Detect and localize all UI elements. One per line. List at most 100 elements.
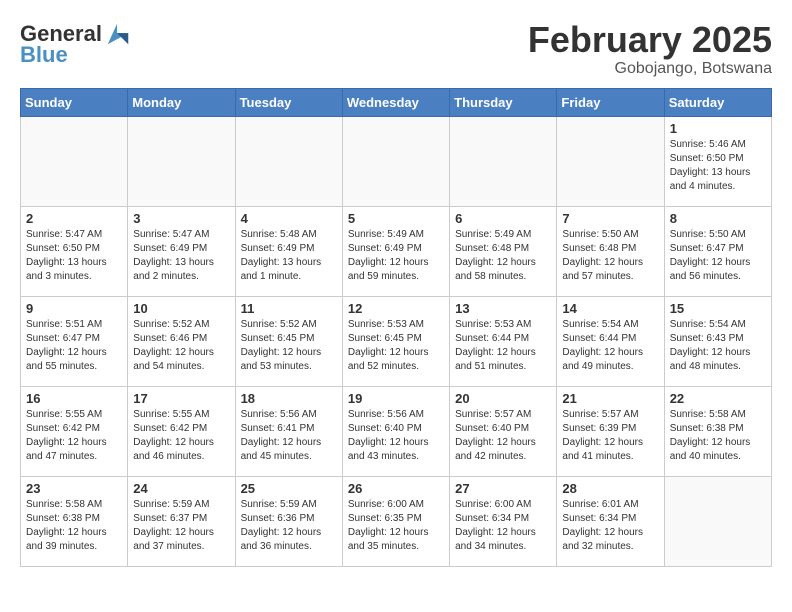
- weekday-header-row: SundayMondayTuesdayWednesdayThursdayFrid…: [21, 88, 772, 116]
- calendar-week-row: 1 Sunrise: 5:46 AM Sunset: 6:50 PM Daylig…: [21, 116, 772, 206]
- calendar-cell: [557, 116, 664, 206]
- calendar-cell: 23Sunrise: 5:58 AM Sunset: 6:38 PM Dayli…: [21, 476, 128, 566]
- day-info: Sunrise: 5:54 AM Sunset: 6:43 PM Dayligh…: [670, 318, 766, 374]
- calendar-cell: 9Sunrise: 5:51 AM Sunset: 6:47 PM Daylig…: [21, 296, 128, 386]
- month-title: February 2025: [528, 20, 772, 60]
- day-number: 25: [241, 481, 337, 496]
- logo-icon: [104, 20, 132, 48]
- day-info: Sunrise: 5:53 AM Sunset: 6:45 PM Dayligh…: [348, 318, 444, 374]
- calendar-cell: 2Sunrise: 5:47 AM Sunset: 6:50 PM Daylig…: [21, 206, 128, 296]
- day-number: 4: [241, 211, 337, 226]
- day-info: Sunrise: 5:55 AM Sunset: 6:42 PM Dayligh…: [26, 408, 122, 464]
- day-info: Sunrise: 5:58 AM Sunset: 6:38 PM Dayligh…: [670, 408, 766, 464]
- calendar-cell: 16 Sunrise: 5:55 AM Sunset: 6:42 PM Dayli…: [21, 386, 128, 476]
- calendar-cell: 4 Sunrise: 5:48 AM Sunset: 6:49 PM Daylig…: [235, 206, 342, 296]
- day-number: 15: [670, 301, 766, 316]
- weekday-header: Saturday: [664, 88, 771, 116]
- calendar-cell: 22Sunrise: 5:58 AM Sunset: 6:38 PM Dayli…: [664, 386, 771, 476]
- day-number: 3: [133, 211, 229, 226]
- day-number: 1: [670, 121, 766, 136]
- logo: General Blue: [20, 20, 132, 68]
- day-info: Sunrise: 5:51 AM Sunset: 6:47 PM Dayligh…: [26, 318, 122, 374]
- day-info: Sunrise: 5:59 AM Sunset: 6:37 PM Dayligh…: [133, 498, 229, 554]
- day-number: 20: [455, 391, 551, 406]
- calendar-cell: 1 Sunrise: 5:46 AM Sunset: 6:50 PM Daylig…: [664, 116, 771, 206]
- calendar-cell: 13 Sunrise: 5:53 AM Sunset: 6:44 PM Dayli…: [450, 296, 557, 386]
- calendar-week-row: 9Sunrise: 5:51 AM Sunset: 6:47 PM Daylig…: [21, 296, 772, 386]
- day-info: Sunrise: 5:55 AM Sunset: 6:42 PM Dayligh…: [133, 408, 229, 464]
- calendar-cell: [664, 476, 771, 566]
- calendar-week-row: 16 Sunrise: 5:55 AM Sunset: 6:42 PM Dayli…: [21, 386, 772, 476]
- calendar-cell: 11 Sunrise: 5:52 AM Sunset: 6:45 PM Dayli…: [235, 296, 342, 386]
- day-number: 18: [241, 391, 337, 406]
- calendar-cell: 10 Sunrise: 5:52 AM Sunset: 6:46 PM Dayli…: [128, 296, 235, 386]
- calendar-cell: 14 Sunrise: 5:54 AM Sunset: 6:44 PM Dayli…: [557, 296, 664, 386]
- weekday-header: Monday: [128, 88, 235, 116]
- calendar-cell: 26 Sunrise: 6:00 AM Sunset: 6:35 PM Dayli…: [342, 476, 449, 566]
- calendar-cell: [235, 116, 342, 206]
- day-info: Sunrise: 5:49 AM Sunset: 6:48 PM Dayligh…: [455, 228, 551, 284]
- day-info: Sunrise: 5:47 AM Sunset: 6:49 PM Dayligh…: [133, 228, 229, 284]
- calendar-cell: 7 Sunrise: 5:50 AM Sunset: 6:48 PM Daylig…: [557, 206, 664, 296]
- calendar-cell: 28 Sunrise: 6:01 AM Sunset: 6:34 PM Dayli…: [557, 476, 664, 566]
- calendar-week-row: 23Sunrise: 5:58 AM Sunset: 6:38 PM Dayli…: [21, 476, 772, 566]
- weekday-header: Friday: [557, 88, 664, 116]
- day-info: Sunrise: 5:49 AM Sunset: 6:49 PM Dayligh…: [348, 228, 444, 284]
- calendar-cell: 24 Sunrise: 5:59 AM Sunset: 6:37 PM Dayli…: [128, 476, 235, 566]
- location: Gobojango, Botswana: [528, 60, 772, 78]
- calendar-cell: 12 Sunrise: 5:53 AM Sunset: 6:45 PM Dayli…: [342, 296, 449, 386]
- day-info: Sunrise: 5:59 AM Sunset: 6:36 PM Dayligh…: [241, 498, 337, 554]
- day-number: 6: [455, 211, 551, 226]
- weekday-header: Sunday: [21, 88, 128, 116]
- day-number: 5: [348, 211, 444, 226]
- day-number: 21: [562, 391, 658, 406]
- day-info: Sunrise: 5:47 AM Sunset: 6:50 PM Dayligh…: [26, 228, 122, 284]
- calendar-cell: 19Sunrise: 5:56 AM Sunset: 6:40 PM Dayli…: [342, 386, 449, 476]
- calendar-cell: 21 Sunrise: 5:57 AM Sunset: 6:39 PM Dayli…: [557, 386, 664, 476]
- calendar-cell: 27 Sunrise: 6:00 AM Sunset: 6:34 PM Dayli…: [450, 476, 557, 566]
- day-number: 13: [455, 301, 551, 316]
- day-info: Sunrise: 5:52 AM Sunset: 6:46 PM Dayligh…: [133, 318, 229, 374]
- day-number: 26: [348, 481, 444, 496]
- day-info: Sunrise: 5:53 AM Sunset: 6:44 PM Dayligh…: [455, 318, 551, 374]
- day-info: Sunrise: 5:52 AM Sunset: 6:45 PM Dayligh…: [241, 318, 337, 374]
- calendar-cell: 18 Sunrise: 5:56 AM Sunset: 6:41 PM Dayli…: [235, 386, 342, 476]
- day-info: Sunrise: 5:46 AM Sunset: 6:50 PM Dayligh…: [670, 138, 766, 194]
- calendar-cell: [342, 116, 449, 206]
- day-number: 12: [348, 301, 444, 316]
- calendar-cell: 3 Sunrise: 5:47 AM Sunset: 6:49 PM Daylig…: [128, 206, 235, 296]
- weekday-header: Thursday: [450, 88, 557, 116]
- calendar-cell: 8Sunrise: 5:50 AM Sunset: 6:47 PM Daylig…: [664, 206, 771, 296]
- day-number: 16: [26, 391, 122, 406]
- day-info: Sunrise: 5:58 AM Sunset: 6:38 PM Dayligh…: [26, 498, 122, 554]
- calendar-cell: 5 Sunrise: 5:49 AM Sunset: 6:49 PM Daylig…: [342, 206, 449, 296]
- calendar-cell: 6 Sunrise: 5:49 AM Sunset: 6:48 PM Daylig…: [450, 206, 557, 296]
- calendar-cell: [128, 116, 235, 206]
- day-number: 27: [455, 481, 551, 496]
- day-number: 28: [562, 481, 658, 496]
- calendar-week-row: 2Sunrise: 5:47 AM Sunset: 6:50 PM Daylig…: [21, 206, 772, 296]
- day-info: Sunrise: 5:56 AM Sunset: 6:41 PM Dayligh…: [241, 408, 337, 464]
- page-header: General Blue February 2025 Gobojango, Bo…: [20, 20, 772, 78]
- day-info: Sunrise: 5:57 AM Sunset: 6:39 PM Dayligh…: [562, 408, 658, 464]
- calendar-cell: 20 Sunrise: 5:57 AM Sunset: 6:40 PM Dayli…: [450, 386, 557, 476]
- day-number: 11: [241, 301, 337, 316]
- day-number: 14: [562, 301, 658, 316]
- day-number: 8: [670, 211, 766, 226]
- day-info: Sunrise: 5:54 AM Sunset: 6:44 PM Dayligh…: [562, 318, 658, 374]
- day-info: Sunrise: 6:01 AM Sunset: 6:34 PM Dayligh…: [562, 498, 658, 554]
- title-block: February 2025 Gobojango, Botswana: [528, 20, 772, 78]
- day-info: Sunrise: 5:48 AM Sunset: 6:49 PM Dayligh…: [241, 228, 337, 284]
- calendar-cell: [450, 116, 557, 206]
- day-info: Sunrise: 5:57 AM Sunset: 6:40 PM Dayligh…: [455, 408, 551, 464]
- day-number: 10: [133, 301, 229, 316]
- day-number: 17: [133, 391, 229, 406]
- calendar-cell: 17 Sunrise: 5:55 AM Sunset: 6:42 PM Dayli…: [128, 386, 235, 476]
- day-number: 24: [133, 481, 229, 496]
- day-info: Sunrise: 5:50 AM Sunset: 6:48 PM Dayligh…: [562, 228, 658, 284]
- day-info: Sunrise: 6:00 AM Sunset: 6:34 PM Dayligh…: [455, 498, 551, 554]
- day-info: Sunrise: 6:00 AM Sunset: 6:35 PM Dayligh…: [348, 498, 444, 554]
- weekday-header: Wednesday: [342, 88, 449, 116]
- calendar-cell: [21, 116, 128, 206]
- day-number: 7: [562, 211, 658, 226]
